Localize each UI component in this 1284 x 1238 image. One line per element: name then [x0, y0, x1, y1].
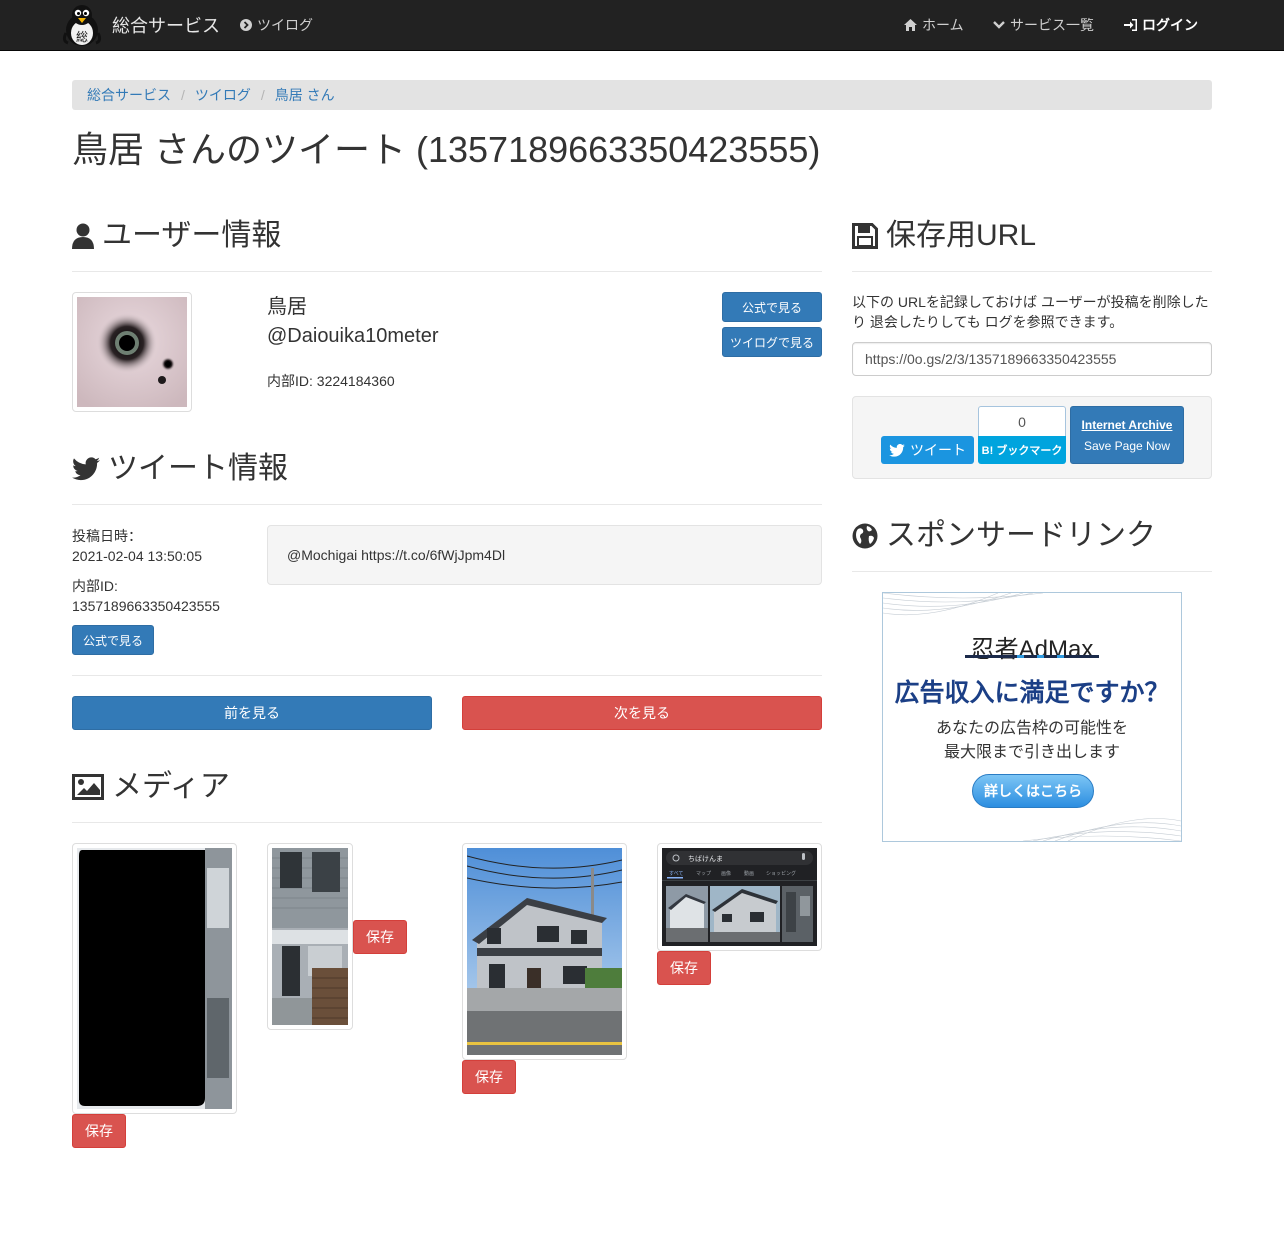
thumb-search-text: ちばけんま: [688, 854, 723, 863]
ad-line: 最大限まで引き出します: [943, 744, 1120, 761]
twitter-icon: [889, 443, 905, 457]
divider: [72, 822, 822, 823]
thumb-tab: 動画: [744, 870, 754, 877]
user-name: 鳥居: [267, 296, 307, 318]
svg-text:総: 総: [76, 30, 88, 44]
nav-twilog-label: ツイログ: [257, 17, 313, 33]
image-icon: [72, 774, 104, 800]
internet-archive-title: Internet Archive: [1081, 417, 1173, 432]
archive-heading: 保存用URL: [852, 218, 1036, 254]
brand-title: 総合サービス: [112, 16, 220, 36]
tweet-share-label: ツイート: [910, 442, 966, 458]
tweet-id-value: 1357189663350423555: [72, 598, 220, 614]
media-image: [467, 848, 622, 1055]
breadcrumb-home[interactable]: 総合サービス: [87, 85, 171, 105]
nav-login[interactable]: ログイン: [1124, 0, 1198, 50]
thumb-tab: 画像: [721, 870, 731, 877]
breadcrumb-user[interactable]: 鳥居 さん: [275, 85, 335, 105]
divider: [852, 571, 1212, 572]
user-info-heading: ユーザー情報: [72, 218, 281, 254]
globe-icon: [852, 523, 878, 549]
brand-link[interactable]: 総 総合サービス: [60, 2, 220, 48]
internet-archive-subtitle: Save Page Now: [1083, 438, 1171, 453]
navbar: 総 総合サービス ツイログ ホーム サービス一覧 ログイン: [0, 0, 1284, 51]
ad-headline: 広告収入に満足ですか？: [894, 679, 1170, 707]
media-save-button[interactable]: 保存: [462, 1060, 516, 1094]
user-info-heading-text: ユーザー情報: [102, 219, 282, 252]
archive-heading-text: 保存用URL: [886, 219, 1037, 252]
media-heading: メディア: [72, 769, 230, 805]
sign-in-icon: [1124, 19, 1137, 31]
hatena-bookmark-count: 0: [978, 406, 1066, 436]
user-twilog-button[interactable]: ツイログで見る: [722, 327, 822, 357]
tweet-id-label: 内部ID:: [72, 578, 118, 594]
media-save-button[interactable]: 保存: [72, 1114, 126, 1148]
media-thumbnail[interactable]: [72, 843, 237, 1114]
ad-brand: 忍者AdMax: [970, 636, 1094, 663]
divider: [72, 504, 822, 505]
breadcrumb-separator: /: [181, 87, 185, 103]
media-image: ちばけんま すべて マップ 画像 動画 ショッピング: [662, 848, 817, 946]
media-save-button[interactable]: 保存: [353, 920, 407, 954]
ad-body: あなたの広告枠の可能性を 最大限まで引き出します: [883, 717, 1181, 765]
floppy-disk-icon: [852, 223, 878, 249]
avatar: [72, 292, 192, 412]
posted-value: 2021-02-04 13:50:05: [72, 548, 202, 564]
media-image: [77, 848, 232, 1109]
nav-services[interactable]: サービス一覧: [993, 0, 1094, 50]
breadcrumb: 総合サービス / ツイログ / 鳥居 さん: [72, 80, 1212, 110]
thumb-tab: すべて: [669, 871, 683, 877]
tweet-share-button[interactable]: ツイート: [881, 436, 974, 464]
next-button[interactable]: 次を見る: [462, 696, 822, 730]
sponsor-heading-text: スポンサードリンク: [886, 519, 1156, 552]
media-image: [272, 848, 348, 1025]
home-icon: [904, 19, 917, 31]
internet-archive-button[interactable]: Internet Archive Save Page Now: [1070, 406, 1184, 464]
user-icon: [72, 223, 94, 249]
thumb-tab: マップ: [696, 871, 711, 877]
posted-label: 投稿日時：: [72, 528, 142, 544]
user-internal-id: 内部ID: 3224184360: [267, 373, 395, 389]
prev-button[interactable]: 前を見る: [72, 696, 432, 730]
divider: [72, 271, 822, 272]
media-thumbnail[interactable]: [267, 843, 353, 1030]
nav-login-label: ログイン: [1142, 17, 1198, 33]
nav-services-label: サービス一覧: [1010, 17, 1094, 33]
tweet-text-content[interactable]: @Mochigai https://t.co/6fWjJpm4Dl: [287, 547, 505, 563]
nav-twilog[interactable]: ツイログ: [240, 0, 313, 50]
user-official-button[interactable]: 公式で見る: [722, 292, 822, 322]
divider: [852, 271, 1212, 272]
breadcrumb-twilog[interactable]: ツイログ: [195, 85, 251, 105]
sponsor-ad-banner[interactable]: 忍者AdMax 広告収入に満足ですか？ あなたの広告枠の可能性を 最大限まで引き…: [882, 592, 1182, 842]
avatar-image: [77, 297, 187, 407]
tweet-info-heading-text: ツイート情報: [108, 452, 288, 485]
user-handle: @Daiouika10meter: [267, 325, 439, 347]
tweet-official-button[interactable]: 公式で見る: [72, 625, 154, 655]
media-heading-text: メディア: [112, 770, 230, 803]
tweet-info-heading: ツイート情報: [72, 451, 288, 487]
ad-cta-button[interactable]: 詳しくはこちら: [972, 774, 1094, 808]
twitter-icon: [72, 457, 100, 481]
penguin-logo-icon: 総: [62, 5, 102, 46]
archive-url-input[interactable]: [852, 342, 1212, 376]
hatena-bookmark-button[interactable]: B! ブックマーク: [978, 436, 1066, 464]
chevron-down-icon: [993, 21, 1005, 29]
chevron-circle-right-icon: [240, 19, 252, 31]
media-thumbnail[interactable]: [462, 843, 627, 1060]
archive-note: 以下の URLを記録しておけば ユーザーが投稿を削除したり 退会したりしても ロ…: [852, 294, 1209, 330]
breadcrumb-separator: /: [260, 87, 265, 103]
sponsor-heading: スポンサードリンク: [852, 518, 1156, 554]
divider: [72, 675, 822, 676]
tweet-text: @Mochigai https://t.co/6fWjJpm4Dl: [267, 525, 822, 585]
media-save-button[interactable]: 保存: [657, 951, 711, 985]
nav-home-label: ホーム: [922, 17, 964, 33]
page-title: 鳥居 さんのツイート (1357189663350423555): [72, 129, 821, 170]
nav-home[interactable]: ホーム: [904, 0, 964, 50]
ad-brand-underline: [965, 655, 1099, 658]
thumb-tab: ショッピング: [766, 870, 796, 877]
media-thumbnail[interactable]: ちばけんま すべて マップ 画像 動画 ショッピング: [657, 843, 822, 951]
ad-line: あなたの広告枠の可能性を: [935, 720, 1128, 737]
